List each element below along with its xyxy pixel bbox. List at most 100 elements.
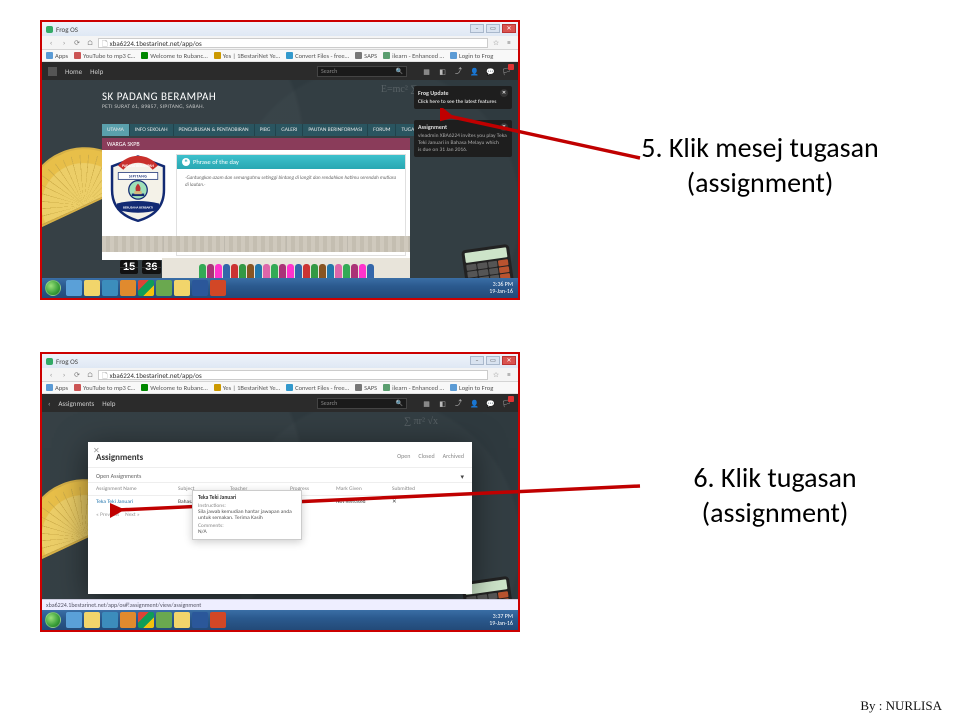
nav-reload-icon[interactable]: ⟳ bbox=[72, 38, 82, 48]
back-icon[interactable]: ‹ bbox=[48, 399, 50, 408]
taskbar-folder-icon[interactable] bbox=[174, 612, 190, 628]
tab-pibg[interactable]: PIBG bbox=[255, 124, 277, 136]
nav-back-icon[interactable]: ‹ bbox=[46, 38, 56, 48]
window-close-button[interactable]: ✕ bbox=[502, 24, 516, 33]
bookmark-item[interactable]: Apps bbox=[46, 52, 68, 60]
frog-update-panel[interactable]: Frog Update✕ Click here to see the lates… bbox=[414, 86, 512, 109]
browser-menu-icon[interactable]: ≡ bbox=[504, 38, 514, 48]
user-icon[interactable]: 👤 bbox=[469, 66, 480, 77]
nav-home-icon[interactable]: ⌂ bbox=[85, 370, 95, 380]
bookmark-item[interactable]: Welcome to Rubanc… bbox=[141, 384, 207, 392]
taskbar-folder-icon[interactable] bbox=[174, 280, 190, 296]
browser-tab-bar: Frog OS – ▭ ✕ bbox=[42, 22, 518, 36]
panel-body[interactable]: vleadmin XBA6224 invites you play Teka T… bbox=[418, 133, 508, 154]
bookmark-item[interactable]: Yes | 1BestariNet Ye… bbox=[214, 384, 280, 392]
bookmark-item[interactable]: Login to Frog bbox=[450, 52, 493, 60]
taskbar-word-icon[interactable] bbox=[192, 280, 208, 296]
nav-back-icon[interactable]: ‹ bbox=[46, 370, 56, 380]
filter-icon[interactable]: ▾ bbox=[460, 472, 464, 481]
tab-pautan[interactable]: PAUTAN BERINFORMASI bbox=[303, 124, 368, 136]
bookmark-item[interactable]: Yes | 1BestariNet Ye… bbox=[214, 52, 280, 60]
pager-next[interactable]: Next » bbox=[125, 512, 140, 518]
chat-icon[interactable]: 💬 bbox=[485, 66, 496, 77]
tab-galeri[interactable]: GALERI bbox=[276, 124, 303, 136]
subtab-open-assignments[interactable]: Open Assignments bbox=[96, 472, 141, 480]
window-maximize-button[interactable]: ▭ bbox=[486, 356, 500, 365]
share-icon[interactable]: ⤴ bbox=[453, 66, 464, 77]
search-input[interactable]: Search🔍 bbox=[317, 66, 407, 77]
search-input[interactable]: Search🔍 bbox=[317, 398, 407, 409]
taskbar-clock[interactable]: 3:37 PM19-Jan-16 bbox=[489, 613, 515, 626]
start-button[interactable] bbox=[45, 612, 61, 628]
taskbar-chrome-icon[interactable] bbox=[138, 280, 154, 296]
bookmark-star-icon[interactable]: ☆ bbox=[491, 38, 501, 48]
nav-reload-icon[interactable]: ⟳ bbox=[72, 370, 82, 380]
close-icon[interactable]: ✕ bbox=[500, 123, 508, 131]
bookmark-item[interactable]: Convert Files - free… bbox=[286, 384, 349, 392]
bookmark-star-icon[interactable]: ☆ bbox=[491, 370, 501, 380]
tab-archived[interactable]: Archived bbox=[443, 452, 464, 460]
taskbar-powerpoint-icon[interactable] bbox=[210, 612, 226, 628]
assignment-link[interactable]: Teka Teki Januari bbox=[96, 499, 178, 505]
taskbar-word-icon[interactable] bbox=[192, 612, 208, 628]
url-field[interactable]: 🗋xba6224.1bestarinet.net/app/os bbox=[98, 38, 488, 48]
nav-help-label[interactable]: Help bbox=[102, 399, 115, 408]
close-icon[interactable]: ✕ bbox=[500, 89, 508, 97]
panel-body[interactable]: Click here to see the latest features bbox=[418, 99, 508, 106]
bookmark-item[interactable]: ilearn - Enhanced … bbox=[383, 52, 444, 60]
share-icon[interactable]: ⤴ bbox=[453, 398, 464, 409]
tab-forum[interactable]: FORUM bbox=[368, 124, 396, 136]
start-button[interactable] bbox=[45, 280, 61, 296]
bookmark-item[interactable]: Login to Frog bbox=[450, 384, 493, 392]
bookmark-item[interactable]: SAPS bbox=[355, 52, 377, 60]
window-maximize-button[interactable]: ▭ bbox=[486, 24, 500, 33]
window-close-button[interactable]: ✕ bbox=[502, 356, 516, 365]
tab-open[interactable]: Open bbox=[397, 452, 410, 460]
taskbar-chrome-icon[interactable] bbox=[138, 612, 154, 628]
tab-info-sekolah[interactable]: INFO SEKOLAH bbox=[130, 124, 174, 136]
taskbar-firefox-icon[interactable] bbox=[120, 280, 136, 296]
url-field[interactable]: 🗋xba6224.1bestarinet.net/app/os bbox=[98, 370, 488, 380]
nav-home-icon[interactable]: ⌂ bbox=[85, 38, 95, 48]
nav-forward-icon[interactable]: › bbox=[59, 370, 69, 380]
taskbar-ie-icon[interactable] bbox=[66, 612, 82, 628]
assignment-notification-panel[interactable]: Assignment✕ vleadmin XBA6224 invites you… bbox=[414, 120, 512, 157]
taskbar-app-icon[interactable] bbox=[156, 612, 172, 628]
modal-close-icon[interactable]: ✕ bbox=[93, 446, 100, 456]
window-minimize-button[interactable]: – bbox=[470, 24, 484, 33]
tab-utama[interactable]: UTAMA bbox=[102, 124, 130, 136]
bookmark-item[interactable]: Convert Files - free… bbox=[286, 52, 349, 60]
taskbar-ie-icon[interactable] bbox=[66, 280, 82, 296]
app-icon[interactable]: ◧ bbox=[437, 66, 448, 77]
nav-help-label[interactable]: Help bbox=[90, 67, 103, 76]
app-icon[interactable]: ◧ bbox=[437, 398, 448, 409]
bookmark-item[interactable]: ilearn - Enhanced … bbox=[383, 384, 444, 392]
nav-forward-icon[interactable]: › bbox=[59, 38, 69, 48]
tab-pengurusan[interactable]: PENGURUSAN & PENTADBIRAN bbox=[174, 124, 255, 136]
chat-icon[interactable]: 💬 bbox=[485, 398, 496, 409]
nav-home-label[interactable]: Home bbox=[65, 67, 82, 76]
pager-prev[interactable]: « Previous bbox=[96, 512, 119, 518]
bookmark-item[interactable]: Apps bbox=[46, 384, 68, 392]
bookmark-item[interactable]: SAPS bbox=[355, 384, 377, 392]
taskbar-app-icon[interactable] bbox=[156, 280, 172, 296]
user-icon[interactable]: 👤 bbox=[469, 398, 480, 409]
taskbar-firefox-icon[interactable] bbox=[120, 612, 136, 628]
notification-icon[interactable]: 🏳 bbox=[501, 398, 512, 409]
grid-icon[interactable]: ▦ bbox=[421, 398, 432, 409]
taskbar-explorer-icon[interactable] bbox=[84, 280, 100, 296]
bookmark-item[interactable]: YouTube to mp3 C… bbox=[74, 52, 135, 60]
tab-closed[interactable]: Closed bbox=[418, 452, 434, 460]
bookmark-item[interactable]: Welcome to Rubanc… bbox=[141, 52, 207, 60]
window-minimize-button[interactable]: – bbox=[470, 356, 484, 365]
browser-menu-icon[interactable]: ≡ bbox=[504, 370, 514, 380]
grid-icon[interactable]: ▦ bbox=[421, 66, 432, 77]
notification-icon[interactable]: 🏳 bbox=[501, 66, 512, 77]
taskbar-explorer-icon[interactable] bbox=[84, 612, 100, 628]
taskbar-powerpoint-icon[interactable] bbox=[210, 280, 226, 296]
taskbar-app-icon[interactable] bbox=[102, 280, 118, 296]
home-icon[interactable] bbox=[48, 67, 57, 76]
bookmark-item[interactable]: YouTube to mp3 C… bbox=[74, 384, 135, 392]
taskbar-clock[interactable]: 3:36 PM19-Jan-16 bbox=[489, 281, 515, 294]
taskbar-app-icon[interactable] bbox=[102, 612, 118, 628]
